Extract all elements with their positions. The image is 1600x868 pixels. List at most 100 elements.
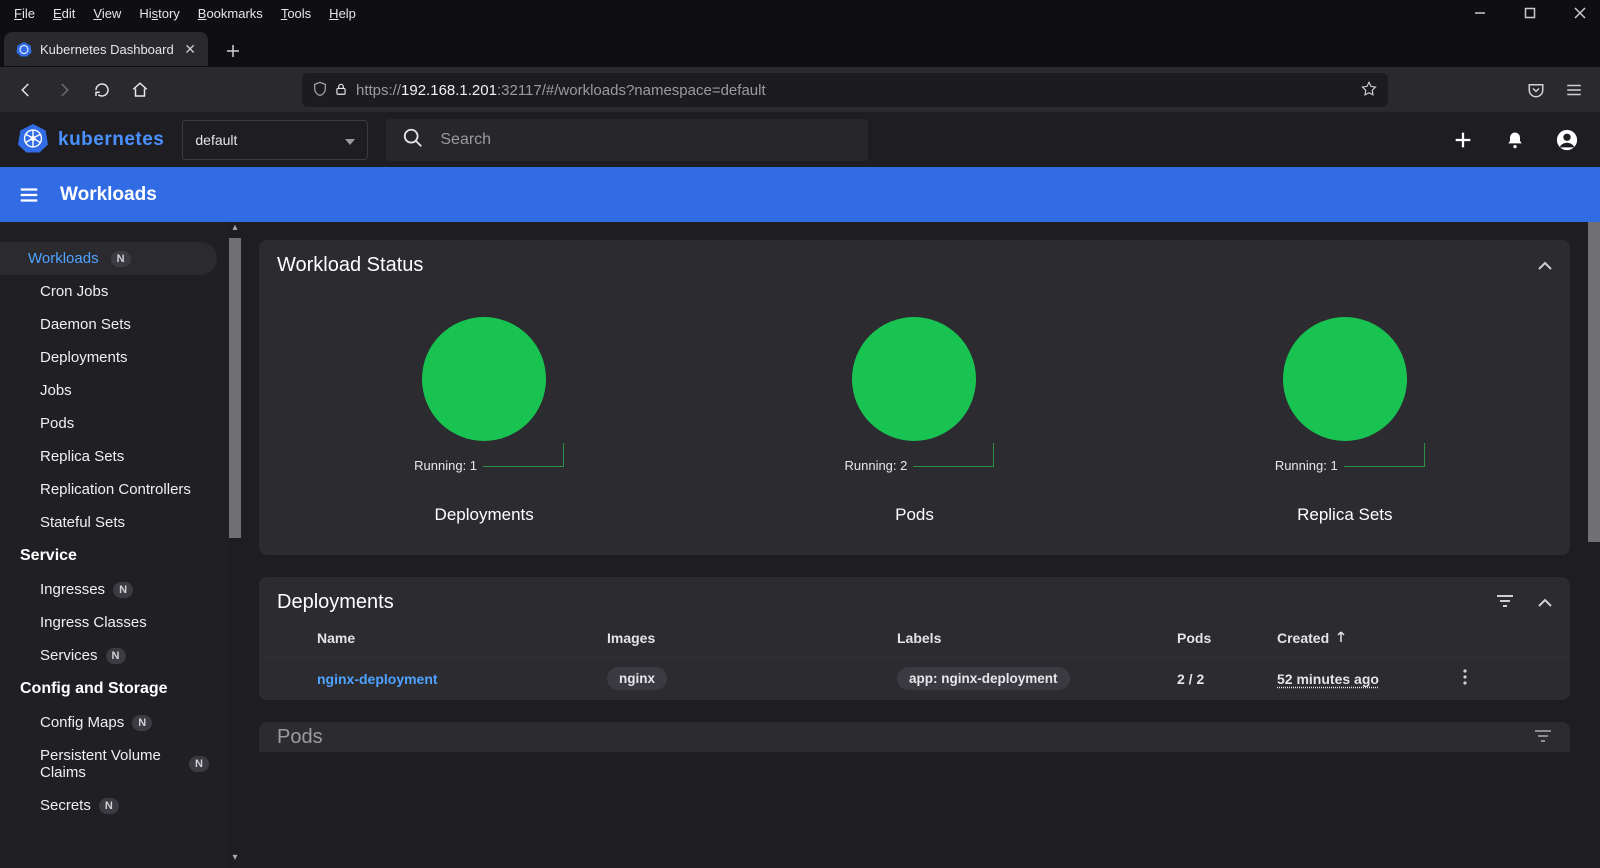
pods-cell: 2 / 2 xyxy=(1177,671,1277,687)
pocket-icon[interactable] xyxy=(1520,74,1552,106)
col-pods[interactable]: Pods xyxy=(1177,630,1277,646)
donut-label: Pods xyxy=(895,505,934,525)
nav-forward-button[interactable] xyxy=(48,74,80,106)
donut-label: Replica Sets xyxy=(1297,505,1392,525)
namespace-select[interactable]: default xyxy=(182,120,368,160)
donut-label: Deployments xyxy=(435,505,534,525)
user-account-icon[interactable] xyxy=(1556,129,1578,151)
sort-asc-icon xyxy=(1335,630,1347,646)
col-labels[interactable]: Labels xyxy=(897,630,1177,646)
sidebar-item-replicasets[interactable]: Replica Sets xyxy=(0,440,229,473)
menu-file[interactable]: File xyxy=(6,4,43,23)
menu-edit[interactable]: Edit xyxy=(45,4,83,23)
donut-legend: Running: 1 xyxy=(1275,458,1338,473)
tab-favicon-kubernetes-icon xyxy=(16,41,32,57)
lock-icon[interactable] xyxy=(334,82,348,99)
tab-title: Kubernetes Dashboard xyxy=(40,42,176,57)
sidebar-item-label: Services xyxy=(40,647,98,664)
menu-view[interactable]: View xyxy=(85,4,129,23)
app-menu-icon[interactable] xyxy=(1558,74,1590,106)
window-close-button[interactable] xyxy=(1566,2,1594,24)
tab-strip: Kubernetes Dashboard ✕ xyxy=(0,26,1600,66)
sidebar-item-label: Config Maps xyxy=(40,714,124,731)
menu-history[interactable]: History xyxy=(131,4,187,23)
col-name[interactable]: Name xyxy=(317,630,607,646)
scroll-down-icon[interactable]: ▾ xyxy=(229,852,241,868)
search-input[interactable] xyxy=(438,130,852,150)
browser-tab[interactable]: Kubernetes Dashboard ✕ xyxy=(4,32,208,66)
sidebar-item-replicationcontrollers[interactable]: Replication Controllers xyxy=(0,473,229,506)
namespace-value: default xyxy=(195,132,237,148)
browser-menubar: File Edit View History Bookmarks Tools H… xyxy=(0,0,1600,26)
sidebar-item-jobs[interactable]: Jobs xyxy=(0,374,229,407)
sidebar-item-daemonsets[interactable]: Daemon Sets xyxy=(0,308,229,341)
card-pods-peek: Pods xyxy=(259,722,1570,752)
sidebar-section-config: Config and Storage xyxy=(0,672,229,706)
create-resource-button[interactable] xyxy=(1452,129,1474,151)
window-maximize-button[interactable] xyxy=(1516,2,1544,24)
card-workload-status: Workload Status Running: 1 xyxy=(259,240,1570,555)
sidebar-item-label: Stateful Sets xyxy=(40,514,125,531)
sidebar-item-label: Workloads xyxy=(28,250,99,267)
window-minimize-button[interactable] xyxy=(1466,2,1494,24)
sidebar-item-services[interactable]: Services N xyxy=(0,639,229,672)
nav-drawer-toggle[interactable] xyxy=(14,180,44,210)
brand[interactable]: kubernetes xyxy=(18,123,164,156)
sidebar-item-pods[interactable]: Pods xyxy=(0,407,229,440)
filter-icon[interactable] xyxy=(1496,594,1514,611)
donut-deployments: Running: 1 Deployments xyxy=(269,317,699,525)
main-content: Workload Status Running: 1 xyxy=(241,222,1588,868)
main-scrollbar[interactable] xyxy=(1588,222,1600,868)
sidebar-item-label: Ingress Classes xyxy=(40,614,147,631)
sidebar-item-pvcs[interactable]: Persistent Volume Claims N xyxy=(0,739,229,789)
page-title: Workloads xyxy=(60,184,157,206)
url-bar[interactable]: https://192.168.1.201:32117/#/workloads?… xyxy=(302,73,1388,107)
badge-n: N xyxy=(99,798,119,814)
filter-icon[interactable] xyxy=(1534,729,1552,746)
notifications-icon[interactable] xyxy=(1504,129,1526,151)
menu-tools[interactable]: Tools xyxy=(273,4,319,23)
tab-close-icon[interactable]: ✕ xyxy=(184,41,196,58)
sidebar-item-cronjobs[interactable]: Cron Jobs xyxy=(0,275,229,308)
sidebar-item-deployments[interactable]: Deployments xyxy=(0,341,229,374)
sidebar-item-workloads[interactable]: Workloads N xyxy=(0,242,217,275)
sidebar-section-service: Service xyxy=(0,539,229,573)
sidebar-scrollbar[interactable]: ▴ ▾ xyxy=(229,222,241,868)
sidebar-item-label: Persistent Volume Claims xyxy=(40,747,181,781)
scroll-up-icon[interactable]: ▴ xyxy=(229,222,241,238)
nav-reload-button[interactable] xyxy=(86,74,118,106)
created-cell: 52 minutes ago xyxy=(1277,671,1427,687)
sidebar-item-ingresses[interactable]: Ingresses N xyxy=(0,573,229,606)
table-header: Name Images Labels Pods Created xyxy=(259,620,1570,656)
row-actions-kebab-icon[interactable] xyxy=(1463,672,1467,688)
sidebar-item-label: Pods xyxy=(40,415,74,432)
sidebar-item-statefulsets[interactable]: Stateful Sets xyxy=(0,506,229,539)
menu-bookmarks[interactable]: Bookmarks xyxy=(190,4,271,23)
bookmark-star-icon[interactable] xyxy=(1360,80,1378,101)
donut-replicasets: Running: 1 Replica Sets xyxy=(1130,317,1560,525)
badge-n: N xyxy=(106,648,126,664)
sidebar-item-label: Replication Controllers xyxy=(40,481,191,498)
sidebar-item-secrets[interactable]: Secrets N xyxy=(0,789,229,822)
new-tab-button[interactable] xyxy=(218,36,248,66)
shield-icon[interactable] xyxy=(312,81,328,100)
card-title: Deployments xyxy=(277,591,394,614)
badge-n: N xyxy=(132,715,152,731)
deployment-link[interactable]: nginx-deployment xyxy=(317,671,607,687)
nav-back-button[interactable] xyxy=(10,74,42,106)
brand-name: kubernetes xyxy=(58,129,164,151)
sidebar-item-ingressclasses[interactable]: Ingress Classes xyxy=(0,606,229,639)
card-title: Pods xyxy=(277,726,323,749)
col-created[interactable]: Created xyxy=(1277,630,1427,646)
table-row[interactable]: nginx-deployment nginx app: nginx-deploy… xyxy=(259,656,1570,700)
collapse-card-icon[interactable] xyxy=(1538,595,1552,611)
search-box[interactable] xyxy=(386,119,868,161)
collapse-card-icon[interactable] xyxy=(1538,258,1552,274)
menu-help[interactable]: Help xyxy=(321,4,364,23)
kubernetes-logo-icon xyxy=(18,123,48,156)
donut-legend: Running: 1 xyxy=(414,458,477,473)
sidebar-item-configmaps[interactable]: Config Maps N xyxy=(0,706,229,739)
nav-home-button[interactable] xyxy=(124,74,156,106)
card-deployments: Deployments Name Images Labels Pods xyxy=(259,577,1570,700)
col-images[interactable]: Images xyxy=(607,630,897,646)
